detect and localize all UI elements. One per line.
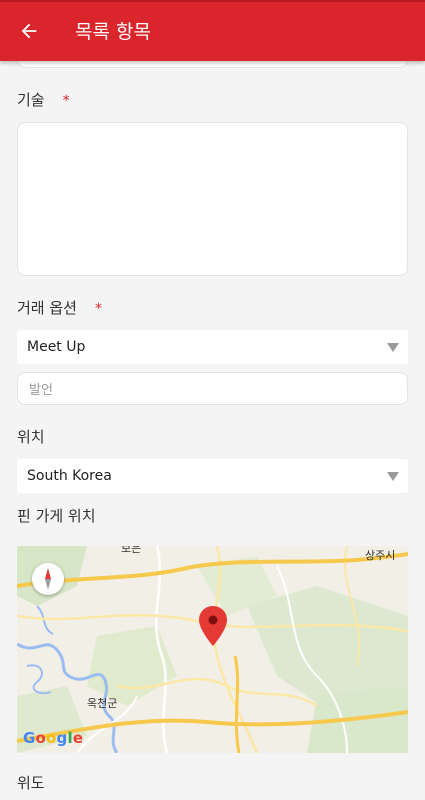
map-view[interactable]: 보은 상주시 옥천군 Google — [17, 546, 408, 753]
page-title: 목록 항목 — [75, 21, 151, 43]
deal-option-value: Meet Up — [27, 339, 86, 355]
map-pin-icon[interactable] — [199, 606, 227, 646]
deal-option-select[interactable]: Meet Up — [17, 330, 408, 364]
description-textarea[interactable] — [17, 122, 408, 276]
map-place-label: 옥천군 — [87, 697, 118, 710]
deal-option-label: 거래 옵션 * — [17, 299, 102, 317]
map-place-label: 보은 — [121, 546, 142, 555]
meetup-remark-input[interactable]: 발언 — [17, 372, 408, 405]
google-logo: Google — [23, 729, 84, 747]
app-bar: 목록 항목 — [0, 0, 425, 61]
location-value: South Korea — [27, 468, 112, 484]
arrow-left-icon — [21, 23, 37, 39]
map-place-label: 상주시 — [365, 549, 396, 562]
required-mark: * — [62, 93, 70, 109]
location-select[interactable]: South Korea — [17, 459, 408, 493]
dropdown-caret-icon — [387, 343, 399, 352]
compass-icon[interactable] — [32, 563, 64, 595]
back-button[interactable] — [16, 18, 42, 44]
required-mark: * — [94, 301, 102, 317]
latitude-label: 위도 — [17, 774, 45, 792]
location-label: 위치 — [17, 428, 45, 446]
meetup-placeholder: 발언 — [29, 383, 53, 398]
description-label: 기술 * — [17, 91, 70, 109]
dropdown-caret-icon — [387, 472, 399, 481]
map-tiles — [17, 546, 408, 753]
pin-location-label: 핀 가게 위치 — [17, 507, 96, 525]
